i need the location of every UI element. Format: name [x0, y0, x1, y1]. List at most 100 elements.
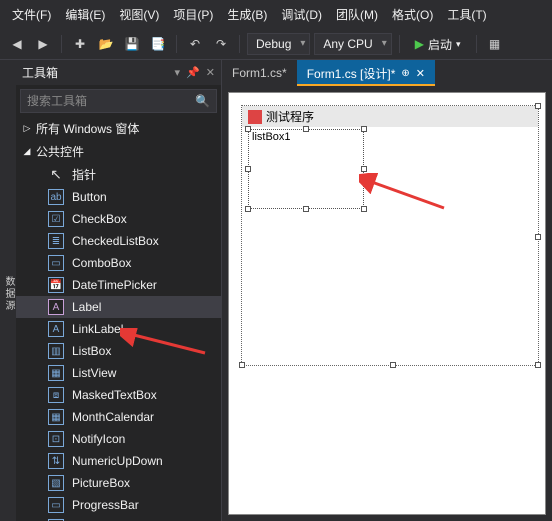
category-common-controls[interactable]: ◢ 公共控件 [16, 140, 221, 163]
toolbox-item-指针[interactable]: ↖ 指针 [16, 163, 221, 186]
toolbox-tree: ▷ 所有 Windows 窗体 ◢ 公共控件 ↖ 指针 ab Button ☑ Check… [16, 117, 221, 521]
content-area: Form1.cs* Form1.cs [设计]* ⊕ ✕ 测试程序 listBo… [222, 60, 552, 521]
form-title-text: 测试程序 [266, 108, 314, 125]
toolbox-item-picturebox[interactable]: ▧ PictureBox [16, 472, 221, 494]
search-icon[interactable]: 🔍 [189, 94, 216, 108]
control-label: PictureBox [72, 476, 130, 490]
redo-icon[interactable]: ↷ [210, 33, 232, 55]
tab-label: Form1.cs [设计]* [307, 65, 396, 82]
platform-dropdown[interactable]: Any CPU [314, 33, 391, 55]
toolbox-item-notifyicon[interactable]: ⊡NotifyIcon [16, 428, 221, 450]
control-label: LinkLabel [72, 322, 123, 336]
toolbox-item-listview[interactable]: ▦ListView [16, 362, 221, 384]
toolbox-item-listbox[interactable]: ▥ ListBox [16, 340, 221, 362]
tab-label: Form1.cs* [232, 66, 287, 80]
start-label: 启动 [428, 36, 452, 53]
control-label: ProgressBar [72, 498, 139, 512]
save-all-icon[interactable]: 📑 [147, 33, 169, 55]
control-icon: ☑ [48, 211, 64, 227]
tab-form-design[interactable]: Form1.cs [设计]* ⊕ ✕ [297, 60, 435, 86]
nav-back-icon[interactable]: ◀ [6, 33, 28, 55]
control-icon: 📅 [48, 277, 64, 293]
toolbox-item-checkbox[interactable]: ☑ CheckBox [16, 208, 221, 230]
menu-bar: 文件(F) 编辑(E) 视图(V) 项目(P) 生成(B) 调试(D) 团队(M… [0, 0, 552, 29]
category-label: 公共控件 [36, 143, 84, 160]
menu-team[interactable]: 团队(M) [330, 3, 384, 26]
control-label: ListBox [72, 344, 111, 358]
more-icon[interactable]: ▦ [484, 33, 506, 55]
start-button[interactable]: ▶ 启动 ▾ [407, 33, 469, 55]
nav-fwd-icon[interactable]: ▶ [32, 33, 54, 55]
toolbox-item-datetimepicker[interactable]: 📅DateTimePicker [16, 274, 221, 296]
category-label: 所有 Windows 窗体 [36, 120, 139, 137]
toolbox-item-monthcalendar[interactable]: ▦ MonthCalendar [16, 406, 221, 428]
toolbox-panel: 工具箱 ▾ 📌 ✕ 🔍 ▷ 所有 Windows 窗体 ◢ 公共控件 ↖ 指针 ab… [16, 60, 222, 521]
new-file-icon[interactable]: ✚ [69, 33, 91, 55]
menu-project[interactable]: 项目(P) [167, 3, 219, 26]
toolbox-item-progressbar[interactable]: ▭ ProgressBar [16, 494, 221, 516]
menu-build[interactable]: 生成(B) [221, 3, 273, 26]
undo-icon[interactable]: ↶ [184, 33, 206, 55]
control-icon: A [48, 299, 64, 315]
toolbox-item-label[interactable]: A Label [16, 296, 221, 318]
control-icon: ▧ [48, 475, 64, 491]
control-label: MaskedTextBox [72, 388, 157, 402]
menu-debug[interactable]: 调试(D) [275, 3, 328, 26]
config-dropdown[interactable]: Debug [247, 33, 310, 55]
search-input[interactable] [21, 90, 189, 112]
toolbox-item-maskedtextbox[interactable]: ⧈ MaskedTextBox [16, 384, 221, 406]
dropdown-icon[interactable]: ▾ [175, 66, 181, 79]
menu-format[interactable]: 格式(O) [386, 3, 439, 26]
pin-icon[interactable]: 📌 [186, 66, 200, 79]
control-label: Label [72, 300, 101, 314]
side-tab-datasource[interactable]: 数据源 [0, 60, 16, 521]
toolbox-header: 工具箱 ▾ 📌 ✕ [16, 60, 221, 85]
control-icon: ⧈ [48, 387, 64, 403]
toolbox-title: 工具箱 [22, 64, 58, 81]
menu-file[interactable]: 文件(F) [6, 3, 57, 26]
control-label: NotifyIcon [72, 432, 125, 446]
toolbox-item-combobox[interactable]: ▭ ComboBox [16, 252, 221, 274]
toolbar: ◀ ▶ ✚ 📂 💾 📑 ↶ ↷ Debug Any CPU ▶ 启动 ▾ ▦ [0, 29, 552, 60]
menu-view[interactable]: 视图(V) [113, 3, 165, 26]
control-icon: ▭ [48, 255, 64, 271]
control-label: MonthCalendar [72, 410, 154, 424]
form-designer[interactable]: 测试程序 listBox1 [228, 92, 546, 515]
form-titlebar: 测试程序 [242, 106, 538, 127]
save-icon[interactable]: 💾 [121, 33, 143, 55]
form-client-area[interactable]: listBox1 [242, 127, 538, 365]
listbox-control[interactable]: listBox1 [248, 129, 364, 209]
control-label: 指针 [72, 166, 96, 183]
menu-edit[interactable]: 编辑(E) [59, 3, 111, 26]
toolbox-item-checkedlistbox[interactable]: ≣ CheckedListBox [16, 230, 221, 252]
control-label: Button [72, 190, 107, 204]
open-file-icon[interactable]: 📂 [95, 33, 117, 55]
form-icon [248, 110, 262, 124]
close-icon[interactable]: ✕ [416, 67, 425, 80]
control-icon: ab [48, 189, 64, 205]
close-icon[interactable]: ✕ [206, 66, 215, 79]
pin-icon[interactable]: ⊕ [401, 68, 409, 79]
control-icon: ⇅ [48, 453, 64, 469]
control-icon: ▦ [48, 409, 64, 425]
control-label: CheckedListBox [72, 234, 159, 248]
control-icon: ≣ [48, 233, 64, 249]
category-windows-forms[interactable]: ▷ 所有 Windows 窗体 [16, 117, 221, 140]
chevron-down-icon: ▾ [456, 39, 461, 50]
toolbox-item-numericupdown[interactable]: ⇅ NumericUpDown [16, 450, 221, 472]
design-form-window[interactable]: 测试程序 listBox1 [241, 105, 539, 366]
control-icon: A [48, 321, 64, 337]
tab-bar: Form1.cs* Form1.cs [设计]* ⊕ ✕ [222, 60, 552, 86]
toolbox-item-linklabel[interactable]: A LinkLabel [16, 318, 221, 340]
control-label: CheckBox [72, 212, 127, 226]
menu-tools[interactable]: 工具(T) [441, 3, 492, 26]
control-label: NumericUpDown [72, 454, 163, 468]
toolbox-item-button[interactable]: ab Button [16, 186, 221, 208]
control-label: ComboBox [72, 256, 131, 270]
tab-form-cs[interactable]: Form1.cs* [222, 60, 297, 86]
play-icon: ▶ [415, 37, 424, 51]
control-icon: ▭ [48, 497, 64, 513]
control-icon: ↖ [48, 167, 64, 183]
control-icon: ▥ [48, 343, 64, 359]
expand-icon: ▷ [22, 123, 32, 134]
